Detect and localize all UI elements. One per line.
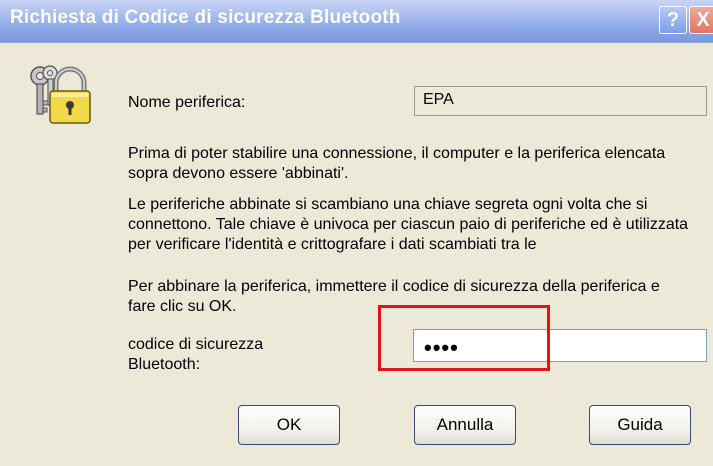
device-name-value: EPA — [423, 91, 454, 108]
keys-padlock-icon — [26, 63, 92, 125]
title-bar[interactable]: Richiesta di Codice di sicurezza Bluetoo… — [0, 0, 713, 43]
pairing-intro-text: Prima di poter stabilire una connessione… — [128, 145, 666, 182]
pairing-explanation-text: Le periferiche abbinate si scambiano una… — [128, 196, 689, 253]
security-code-label: codice di sicurezza Bluetooth: — [128, 336, 264, 373]
help-titlebar-button[interactable]: ? — [659, 6, 687, 34]
ok-button[interactable]: OK — [238, 405, 340, 445]
close-icon: X — [696, 9, 710, 31]
close-button[interactable]: X — [689, 6, 713, 34]
dialog-body: Nome periferica: EPA Prima di poter stab… — [0, 43, 713, 466]
cancel-button[interactable]: Annulla — [414, 405, 516, 445]
device-name-field: EPA — [414, 86, 707, 116]
window-title: Richiesta di Codice di sicurezza Bluetoo… — [10, 7, 401, 28]
highlight-annotation — [378, 305, 550, 371]
question-mark-icon: ? — [666, 9, 680, 31]
device-name-label: Nome periferica: — [128, 94, 246, 111]
help-button[interactable]: Guida — [589, 405, 691, 445]
